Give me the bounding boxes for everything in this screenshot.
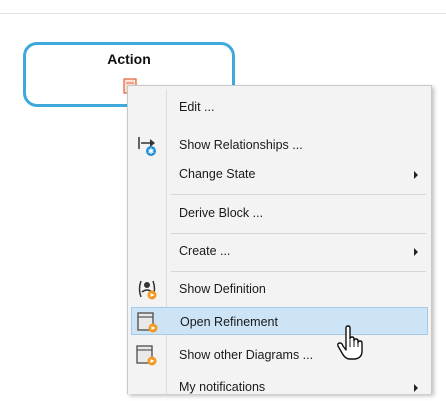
- hand-cursor-icon: [337, 325, 363, 360]
- menu-item-change-state[interactable]: Change State: [131, 160, 428, 188]
- menu-item-create[interactable]: Create ...: [131, 237, 428, 265]
- submenu-arrow-icon: [414, 384, 418, 392]
- submenu-arrow-icon: [414, 248, 418, 256]
- menu-item-show-other-diagrams[interactable]: Show other Diagrams ...: [131, 341, 428, 369]
- open-refinement-icon: [137, 312, 158, 333]
- menu-separator: [171, 233, 426, 234]
- menu-item-my-notifications[interactable]: My notifications: [131, 373, 428, 401]
- top-divider: [0, 13, 446, 14]
- diagrams-icon: [136, 345, 157, 366]
- menu-item-derive-block[interactable]: Derive Block ...: [131, 199, 428, 227]
- menu-item-open-refinement[interactable]: Open Refinement: [131, 307, 428, 335]
- menu-item-label: Show Relationships ...: [179, 138, 303, 152]
- menu-item-label: My notifications: [179, 380, 266, 394]
- menu-separator: [171, 194, 426, 195]
- menu-separator: [171, 271, 426, 272]
- relationships-icon: ✱: [138, 137, 156, 156]
- menu-item-label: Show other Diagrams ...: [179, 348, 314, 362]
- menu-item-label: Open Refinement: [180, 315, 278, 329]
- menu-item-edit[interactable]: Edit ...: [131, 93, 428, 121]
- menu-item-label: Edit ...: [179, 100, 215, 114]
- context-menu: Edit ... ✱ Show Relationships ... Change…: [127, 85, 432, 394]
- menu-item-label: Create ...: [179, 244, 231, 258]
- submenu-arrow-icon: [414, 171, 418, 179]
- menu-item-label: Derive Block ...: [179, 206, 264, 220]
- menu-item-label: Change State: [179, 167, 256, 181]
- menu-item-label: Show Definition: [179, 282, 266, 296]
- action-block-title: Action: [107, 51, 151, 67]
- svg-text:✱: ✱: [148, 147, 155, 156]
- menu-item-show-relationships[interactable]: ✱ Show Relationships ...: [131, 131, 428, 159]
- show-definition-icon: [138, 280, 157, 300]
- menu-item-show-definition[interactable]: Show Definition: [131, 275, 428, 303]
